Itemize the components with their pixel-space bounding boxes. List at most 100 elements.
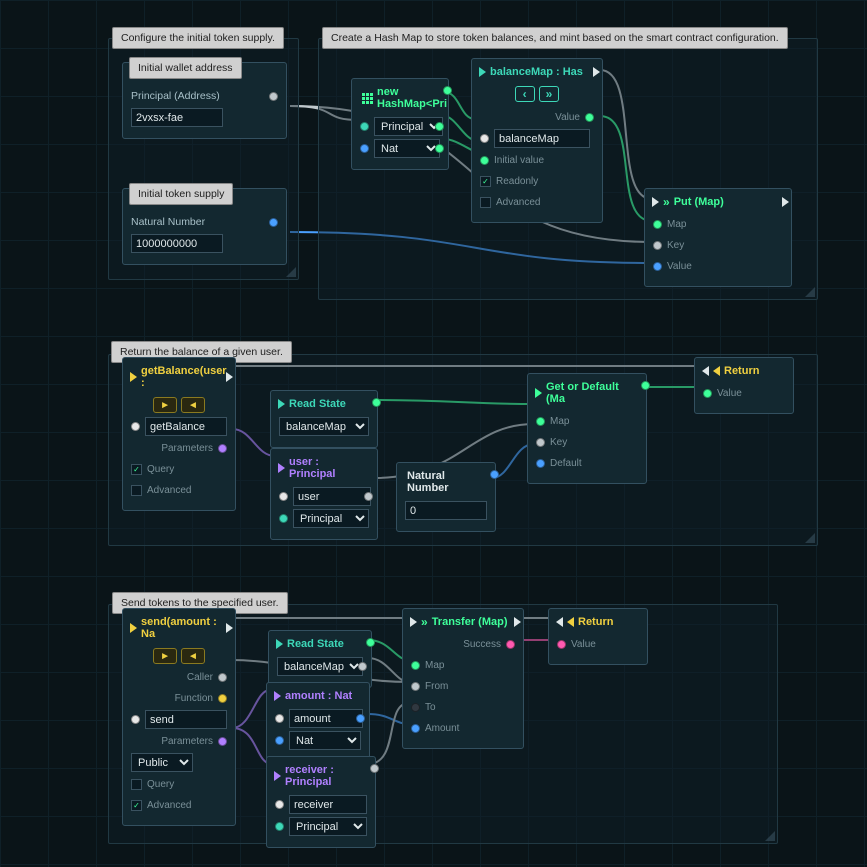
port-in-value[interactable] (703, 389, 712, 398)
resize-handle[interactable] (805, 287, 815, 297)
port-in-amount[interactable] (411, 724, 420, 733)
node-return-1[interactable]: Return Value (694, 357, 794, 414)
port-name[interactable] (131, 422, 140, 431)
visibility-select[interactable]: Public (131, 753, 193, 772)
port-in[interactable] (274, 691, 281, 701)
node-put-map[interactable]: »Put (Map) Map Key Value (644, 188, 792, 287)
port-out[interactable] (366, 638, 375, 647)
resize-handle[interactable] (765, 831, 775, 841)
port-in-map[interactable] (411, 661, 420, 670)
exec-out-icon[interactable] (226, 623, 233, 633)
port-out-2[interactable] (435, 144, 444, 153)
advanced-checkbox[interactable] (480, 197, 491, 208)
exec-in-icon[interactable] (652, 197, 659, 207)
nav-next-button[interactable]: » (539, 86, 560, 102)
back-button[interactable]: ◄ (181, 397, 205, 413)
exec-in-icon[interactable] (702, 366, 709, 376)
port-out-user[interactable] (364, 492, 373, 501)
port-out-grey[interactable] (358, 662, 367, 671)
port-out-function[interactable] (218, 694, 227, 703)
exec-in-icon[interactable] (479, 67, 486, 77)
exec-in-icon[interactable] (556, 617, 563, 627)
port-type[interactable] (275, 822, 284, 831)
port-out-amount[interactable] (356, 714, 365, 723)
port-out-success[interactable] (506, 640, 515, 649)
exec-out-icon[interactable] (593, 67, 600, 77)
port-type[interactable] (275, 736, 284, 745)
port-in[interactable] (278, 463, 285, 473)
port-out[interactable] (372, 398, 381, 407)
port-out-receiver[interactable] (370, 764, 379, 773)
port-name[interactable] (275, 800, 284, 809)
port-in[interactable] (274, 771, 281, 781)
node-user-param[interactable]: user : Principal Principal (270, 448, 378, 540)
port-out-nat[interactable] (269, 218, 278, 227)
advanced-checkbox[interactable] (131, 485, 142, 496)
exec-out-icon[interactable] (514, 617, 521, 627)
port-out-params[interactable] (218, 444, 227, 453)
node-initial-token-supply[interactable]: Initial token supply Natural Number (122, 188, 287, 265)
nav-prev-button[interactable]: ‹ (515, 86, 535, 102)
port-type[interactable] (279, 514, 288, 523)
fnname-input[interactable] (145, 417, 227, 436)
port-in-initial[interactable] (480, 156, 489, 165)
node-nat-default[interactable]: Natural Number (396, 462, 496, 532)
user-type-select[interactable]: Principal (293, 509, 369, 528)
port-out[interactable] (641, 381, 650, 390)
port-out-caller[interactable] (218, 673, 227, 682)
node-read-state-1[interactable]: Read State balanceMap : Ha (270, 390, 378, 448)
port-in-key[interactable] (536, 438, 545, 447)
port-out-1[interactable] (435, 122, 444, 131)
port-out-principal[interactable] (269, 92, 278, 101)
node-amount-param[interactable]: amount : Nat Nat (266, 682, 370, 762)
node-get-or-default[interactable]: Get or Default (Ma Map Key Default (527, 373, 647, 484)
port-in-default[interactable] (536, 459, 545, 468)
port-in-to[interactable] (411, 703, 420, 712)
varname-input[interactable] (494, 129, 590, 148)
amount-name-input[interactable] (289, 709, 363, 728)
query-checkbox[interactable] (131, 464, 142, 475)
query-checkbox[interactable] (131, 779, 142, 790)
node-balancemap-var[interactable]: balanceMap : Has ‹ » Value Initial value… (471, 58, 603, 223)
nat-default-input[interactable] (405, 501, 487, 520)
port-in-type2[interactable] (360, 144, 369, 153)
node-getbalance-fn[interactable]: getBalance(user : ► ◄ Parameters Query A… (122, 357, 236, 511)
port-in-from[interactable] (411, 682, 420, 691)
user-name-input[interactable] (293, 487, 371, 506)
exec-in-icon[interactable] (410, 617, 417, 627)
node-send-fn[interactable]: send(amount : Na ► ◄ Caller Function Par… (122, 608, 236, 826)
node-new-hashmap[interactable]: new HashMap<Pri Principal Nat (351, 78, 449, 170)
amount-type-select[interactable]: Nat (289, 731, 361, 750)
port-in-value[interactable] (653, 262, 662, 271)
nat-input[interactable] (131, 234, 223, 253)
port-out-exec[interactable] (443, 86, 452, 95)
port-out-nat[interactable] (490, 470, 499, 479)
port-out-params[interactable] (218, 737, 227, 746)
exec-out-icon[interactable] (226, 372, 233, 382)
port-name[interactable] (275, 714, 284, 723)
exec-out-icon[interactable] (782, 197, 789, 207)
fnname-input[interactable] (145, 710, 227, 729)
receiver-name-input[interactable] (289, 795, 367, 814)
receiver-type-select[interactable]: Principal (289, 817, 367, 836)
node-transfer-map[interactable]: »Transfer (Map) Success Map From To Amou… (402, 608, 524, 749)
principal-input[interactable] (131, 108, 223, 127)
node-read-state-2[interactable]: Read State balanceMap : Ha (268, 630, 372, 688)
port-in-key[interactable] (653, 241, 662, 250)
port-in-value[interactable] (557, 640, 566, 649)
back-button[interactable]: ◄ (181, 648, 205, 664)
port-name[interactable] (131, 715, 140, 724)
node-initial-wallet-address[interactable]: Initial wallet address Principal (Addres… (122, 62, 287, 139)
readonly-checkbox[interactable] (480, 176, 491, 187)
type2-select[interactable]: Nat (374, 139, 440, 158)
state-select[interactable]: balanceMap : Ha (279, 417, 369, 436)
resize-handle[interactable] (286, 267, 296, 277)
play-button[interactable]: ► (153, 397, 177, 413)
play-button[interactable]: ► (153, 648, 177, 664)
node-receiver-param[interactable]: receiver : Principal Principal (266, 756, 376, 848)
port-in-map[interactable] (536, 417, 545, 426)
port-in-name[interactable] (480, 134, 489, 143)
port-out-value[interactable] (585, 113, 594, 122)
resize-handle[interactable] (805, 533, 815, 543)
node-return-2[interactable]: Return Value (548, 608, 648, 665)
